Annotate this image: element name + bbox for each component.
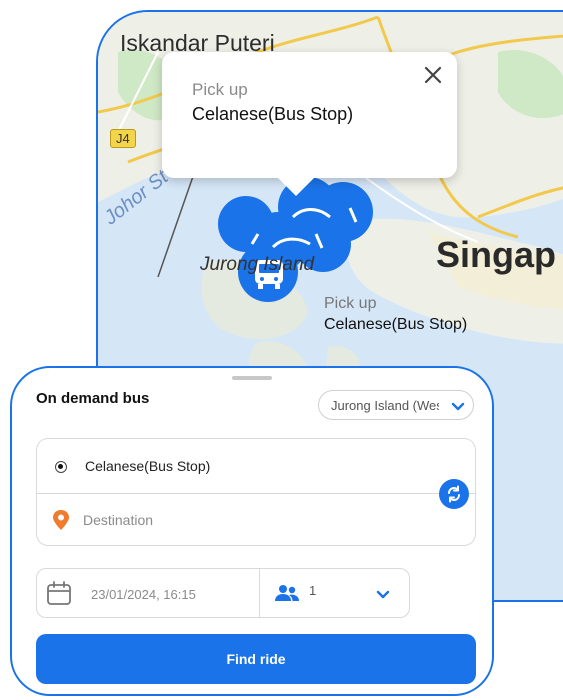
popup-stop-name: Celanese(Bus Stop) [192, 104, 354, 124]
app-screen: Iskandar Puteri J4 Johor St Jurong Islan… [0, 0, 563, 700]
close-icon[interactable] [420, 62, 446, 88]
origin-field[interactable]: Celanese(Bus Stop) [85, 458, 210, 474]
origin-radio-icon [55, 461, 67, 473]
swap-icon [448, 485, 460, 503]
destination-input[interactable] [83, 507, 403, 533]
passenger-select[interactable]: 1 [259, 568, 410, 618]
sheet-title: On demand bus [36, 390, 150, 407]
pickup-popup: Pick up Celanese(Bus Stop) [162, 52, 457, 196]
bus-icon-light [260, 277, 264, 281]
bus-icon-wheel [275, 284, 280, 289]
zone-select[interactable]: Jurong Island (West) [318, 390, 474, 420]
route-divider [37, 493, 475, 494]
people-icon [275, 585, 299, 601]
find-ride-button[interactable]: Find ride [36, 634, 476, 684]
booking-sheet: On demand bus Jurong Island (West) Celan… [10, 366, 494, 696]
chevron-down-icon [451, 402, 465, 411]
popup-title: Pick up [192, 80, 248, 99]
location-pin-icon [53, 510, 69, 530]
passenger-count: 1 [309, 583, 317, 598]
marker-label-stop: Celanese(Bus Stop) [324, 316, 468, 333]
datetime-value: 23/01/2024, 16:15 [91, 587, 196, 602]
bus-icon-wheel [258, 284, 263, 289]
bus-icon-light [274, 277, 278, 281]
route-inputs: Celanese(Bus Stop) [36, 438, 476, 546]
map-label-singapore: Singap [436, 234, 557, 275]
drag-handle[interactable] [232, 376, 272, 380]
calendar-icon [47, 581, 71, 605]
zone-selected-value: Jurong Island (West) [331, 398, 439, 413]
swap-button[interactable] [439, 479, 469, 509]
datetime-picker[interactable]: 23/01/2024, 16:15 [36, 568, 260, 618]
marker-label-title: Pick up [324, 295, 377, 312]
road-badge: J4 [110, 129, 136, 148]
chevron-down-icon [376, 590, 390, 599]
map-label-jurong: Jurong Island [200, 254, 315, 275]
